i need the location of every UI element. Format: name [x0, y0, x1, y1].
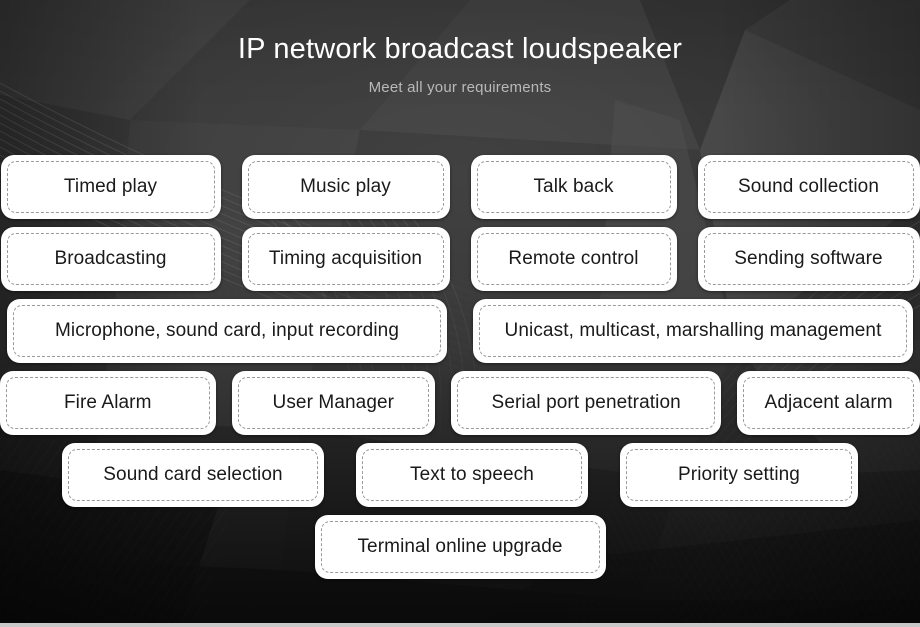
bottom-accent-bar	[0, 623, 920, 627]
feature-row-1: Timed play Music play Talk back Sound co…	[0, 155, 920, 219]
feature-chip-remote-control[interactable]: Remote control	[470, 227, 677, 291]
feature-chip-user-manager[interactable]: User Manager	[231, 371, 436, 435]
feature-chip-fire-alarm[interactable]: Fire Alarm	[0, 371, 216, 435]
feature-chip-label: Timing acquisition	[268, 248, 423, 269]
feature-chip-label: Sending software	[734, 248, 883, 269]
feature-chip-serial-port-penetration[interactable]: Serial port penetration	[451, 371, 722, 435]
feature-chip-sending-software[interactable]: Sending software	[697, 227, 920, 291]
feature-row-3: Microphone, sound card, input recording …	[0, 299, 920, 363]
feature-grid: Timed play Music play Talk back Sound co…	[0, 155, 920, 587]
feature-chip-microphone-sound-card-input-recording[interactable]: Microphone, sound card, input recording	[7, 299, 447, 363]
feature-chip-label: Talk back	[533, 176, 614, 197]
feature-chip-label: Timed play	[63, 176, 158, 197]
feature-chip-label: Priority setting	[678, 464, 800, 485]
feature-chip-label: Microphone, sound card, input recording	[55, 320, 399, 341]
feature-row-5: Sound card selection Text to speech Prio…	[0, 443, 920, 507]
feature-chip-label: Music play	[300, 176, 391, 197]
feature-chip-music-play[interactable]: Music play	[241, 155, 450, 219]
feature-chip-label: Serial port penetration	[491, 392, 681, 413]
feature-chip-label: Fire Alarm	[63, 392, 152, 413]
banner-header: IP network broadcast loudspeaker Meet al…	[0, 0, 920, 96]
feature-chip-label: Text to speech	[410, 464, 534, 485]
feature-chip-label: User Manager	[272, 392, 395, 413]
feature-chip-label: Broadcasting	[54, 248, 167, 269]
feature-chip-priority-setting[interactable]: Priority setting	[620, 443, 858, 507]
feature-row-6: Terminal online upgrade	[0, 515, 920, 579]
feature-chip-label: Sound collection	[737, 176, 880, 197]
feature-chip-sound-card-selection[interactable]: Sound card selection	[62, 443, 324, 507]
feature-chip-timing-acquisition[interactable]: Timing acquisition	[241, 227, 450, 291]
feature-chip-adjacent-alarm[interactable]: Adjacent alarm	[737, 371, 920, 435]
feature-chip-sound-collection[interactable]: Sound collection	[697, 155, 920, 219]
feature-chip-unicast-multicast-marshalling-management[interactable]: Unicast, multicast, marshalling manageme…	[473, 299, 913, 363]
feature-chip-label: Adjacent alarm	[764, 392, 893, 413]
page-title: IP network broadcast loudspeaker	[237, 33, 683, 65]
feature-chip-label: Sound card selection	[103, 464, 283, 485]
feature-row-2: Broadcasting Timing acquisition Remote c…	[0, 227, 920, 291]
feature-chip-label: Remote control	[508, 248, 639, 269]
feature-row-4: Fire Alarm User Manager Serial port pene…	[0, 371, 920, 435]
feature-chip-broadcasting[interactable]: Broadcasting	[0, 227, 221, 291]
feature-chip-label: Terminal online upgrade	[357, 536, 563, 557]
promo-banner: IP network broadcast loudspeaker Meet al…	[0, 0, 920, 627]
feature-chip-terminal-online-upgrade[interactable]: Terminal online upgrade	[314, 515, 606, 579]
feature-chip-text-to-speech[interactable]: Text to speech	[356, 443, 588, 507]
feature-chip-label: Unicast, multicast, marshalling manageme…	[504, 320, 882, 341]
page-subtitle: Meet all your requirements	[368, 78, 552, 96]
feature-chip-timed-play[interactable]: Timed play	[0, 155, 221, 219]
feature-chip-talk-back[interactable]: Talk back	[470, 155, 677, 219]
